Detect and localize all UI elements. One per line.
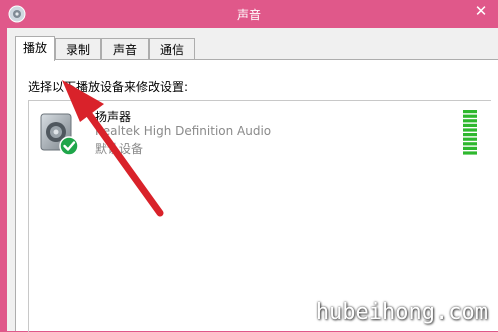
meter-segment (463, 128, 477, 132)
meter-segment (463, 137, 477, 141)
meter-segment (463, 110, 477, 114)
speaker-icon (40, 113, 79, 156)
default-check-icon (59, 136, 79, 156)
tab-recording[interactable]: 录制 (55, 38, 101, 60)
title-bar: 声音 ✕ (0, 0, 498, 28)
meter-segment (463, 114, 477, 118)
window-title: 声音 (236, 8, 261, 22)
watermark: hubeihong.com (315, 300, 488, 325)
volume-level-meter (463, 110, 477, 155)
device-list[interactable]: 扬声器 Realtek High Definition Audio 默认设备 (28, 100, 491, 332)
meter-segment (463, 146, 477, 150)
tab-playback[interactable]: 播放 (15, 36, 55, 61)
instruction-text: 选择以下播放设备来修改设置: (28, 80, 189, 94)
tab-sounds[interactable]: 声音 (101, 38, 149, 60)
meter-segment (463, 151, 477, 155)
meter-segment (463, 119, 477, 123)
playback-panel: 选择以下播放设备来修改设置: 扬声器 Realtek High Definiti… (15, 59, 498, 332)
sound-dialog: 播放 录制 声音 通信 选择以下播放设备来修改设置: 扬声器 Realtek H… (7, 28, 498, 332)
device-name: 扬声器 (95, 110, 132, 124)
meter-segment (463, 133, 477, 137)
meter-segment (463, 123, 477, 127)
meter-segment (463, 142, 477, 146)
device-description: Realtek High Definition Audio (95, 124, 272, 138)
tab-communications[interactable]: 通信 (149, 38, 195, 60)
close-button[interactable]: ✕ (464, 0, 498, 22)
device-status: 默认设备 (95, 142, 144, 156)
device-item-speakers[interactable]: 扬声器 Realtek High Definition Audio 默认设备 (29, 105, 491, 161)
